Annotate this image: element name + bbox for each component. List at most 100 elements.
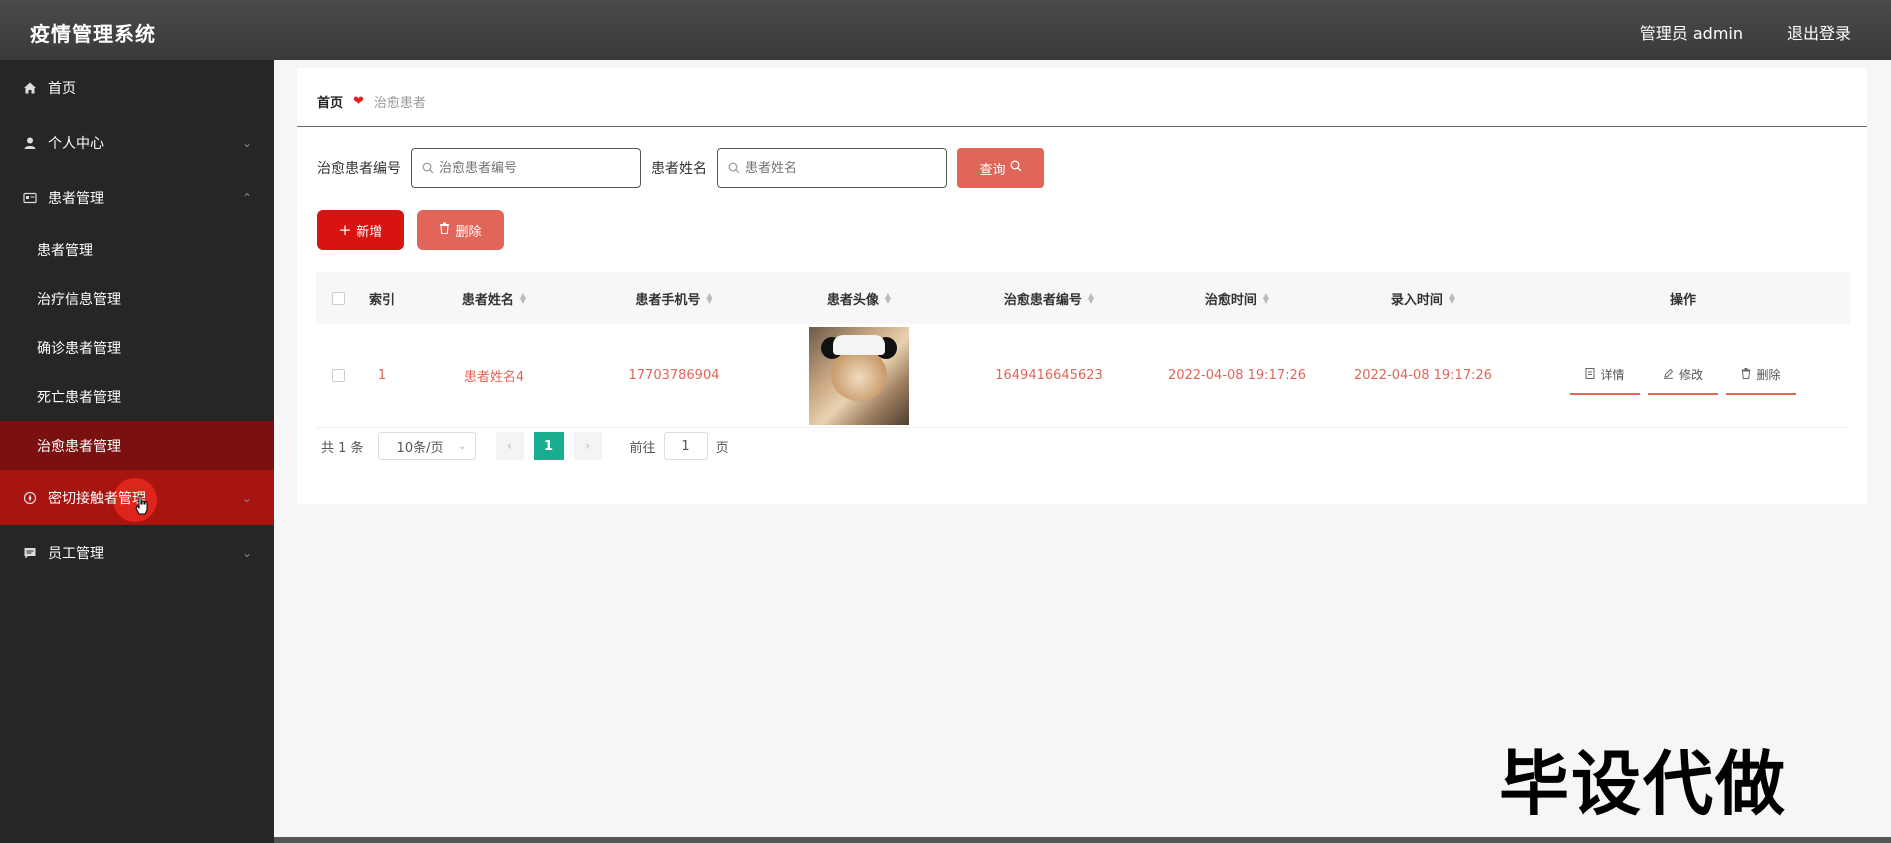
submenu-item-cured[interactable]: 治愈患者管理 (0, 421, 274, 470)
query-button-label: 查询 (979, 162, 1006, 178)
page-size-select[interactable]: 10条/页 ⌄ (377, 432, 476, 460)
page-number-button[interactable]: 1 (533, 432, 564, 460)
header-index: 索引 (368, 292, 395, 308)
search-bar: 治愈患者编号 患者姓名 查询 (317, 148, 1044, 188)
patient-avatar[interactable] (809, 326, 909, 425)
logout-link[interactable]: 退出登录 (1787, 20, 1851, 44)
sidebar-item-label: 个人中心 (48, 135, 104, 152)
cured-code-field[interactable] (411, 148, 641, 188)
avatar-face (831, 348, 887, 401)
header-cured-time-label: 治愈时间 (1204, 292, 1257, 308)
edit-button-label: 修改 (1678, 368, 1703, 382)
home-icon (22, 80, 38, 96)
row-checkbox[interactable] (331, 369, 345, 382)
search-icon (422, 159, 434, 178)
header-entry-time-label: 录入时间 (1390, 292, 1443, 308)
content-card: 首页 ❤ 治愈患者 治愈患者编号 患者姓名 查询 (297, 68, 1867, 504)
select-all-checkbox[interactable] (331, 291, 345, 305)
pagination: 共 1 条 10条/页 ⌄ ‹ 1 › 前往 1 页 (321, 432, 729, 460)
patient-name-field[interactable] (717, 148, 947, 188)
sidebar-item-personal[interactable]: 个人中心 ⌄ (0, 115, 274, 170)
cured-code-input[interactable] (439, 160, 629, 176)
document-icon (1585, 367, 1595, 382)
cell-actions: 详情 修改 删除 (1516, 357, 1850, 395)
sidebar-item-label: 密切接触者管理 (48, 490, 146, 507)
header-code[interactable]: 治愈患者编号 ▲ ▼ (954, 289, 1144, 308)
add-button-label: 新增 (356, 224, 383, 240)
chat-icon (22, 545, 38, 561)
sort-icon: ▲ ▼ (706, 291, 713, 305)
submenu-item-treatment-info[interactable]: 治疗信息管理 (0, 274, 274, 323)
chevron-down-icon: ⌄ (241, 545, 252, 560)
chevron-right-icon: › (584, 438, 591, 454)
current-user-label: 管理员 admin (1639, 24, 1743, 43)
cell-code: 1649416645623 (995, 368, 1103, 383)
chevron-down-icon: ⌄ (458, 440, 467, 452)
breadcrumb-divider (297, 126, 1867, 127)
compass-icon (22, 490, 38, 506)
add-button[interactable]: + 新增 (317, 210, 404, 250)
submenu-item-patients[interactable]: 患者管理 (0, 225, 274, 274)
delete-button-label: 删除 (1756, 368, 1781, 382)
sidebar-item-label: 首页 (48, 80, 76, 97)
submenu-item-confirmed[interactable]: 确诊患者管理 (0, 323, 274, 372)
sidebar-item-label: 患者管理 (48, 190, 104, 207)
edit-icon (1663, 368, 1674, 382)
batch-delete-button[interactable]: 删除 (417, 210, 504, 250)
edit-button[interactable]: 修改 (1648, 357, 1718, 395)
detail-button-label: 详情 (1600, 368, 1625, 382)
search-icon (728, 159, 740, 178)
sidebar-item-home[interactable]: 首页 (0, 60, 274, 115)
chevron-left-icon: ‹ (506, 438, 513, 454)
sidebar-item-patients[interactable]: 患者管理 ⌃ (0, 170, 274, 225)
query-button[interactable]: 查询 (957, 148, 1044, 188)
delete-button-label: 删除 (455, 224, 482, 240)
trash-icon (1741, 367, 1751, 382)
header-cured-time[interactable]: 治愈时间 ▲ ▼ (1144, 289, 1330, 308)
table-row: 1 患者姓名4 17703786904 1649416645623 2022-0… (316, 324, 1850, 428)
cell-entry-time: 2022-04-08 19:17:26 (1353, 368, 1493, 383)
patient-name-label: 患者姓名 (651, 161, 707, 177)
header-phone[interactable]: 患者手机号 ▲ ▼ (584, 289, 764, 308)
patient-name-input[interactable] (745, 160, 935, 176)
row-select-cell (316, 369, 360, 382)
page-suffix-label: 页 (715, 440, 729, 456)
table-header: 索引 患者姓名 ▲ ▼ 患者手机号 ▲ ▼ 患者头像 ▲ ▼ 治愈患者编号 ▲ ▼ (316, 272, 1850, 324)
page-size-value: 10条/页 (396, 440, 444, 456)
submenu-item-deceased[interactable]: 死亡患者管理 (0, 372, 274, 421)
breadcrumb: 首页 ❤ 治愈患者 (317, 92, 426, 111)
header-avatar-label: 患者头像 (826, 292, 879, 308)
header-actions: 操作 (1669, 292, 1696, 308)
header-code-label: 治愈患者编号 (1003, 292, 1082, 308)
cell-name: 患者姓名4 (463, 370, 525, 385)
prev-page-button[interactable]: ‹ (495, 432, 524, 460)
watermark-text: 毕设代做 (1499, 743, 1787, 825)
pagination-total: 共 1 条 (321, 440, 364, 456)
goto-page-input[interactable]: 1 (663, 432, 708, 460)
breadcrumb-home[interactable]: 首页 (317, 92, 343, 111)
user-icon (22, 135, 38, 151)
sort-icon: ▲ ▼ (1262, 291, 1270, 305)
detail-button[interactable]: 详情 (1570, 357, 1640, 395)
next-page-button[interactable]: › (573, 432, 602, 460)
header-phone-label: 患者手机号 (635, 292, 701, 308)
sidebar-item-close-contacts[interactable]: 密切接触者管理 ⌄ (0, 470, 274, 525)
goto-label: 前往 (629, 440, 656, 456)
hand-cursor-icon (135, 495, 149, 515)
cell-index: 1 (377, 368, 387, 383)
delete-button[interactable]: 删除 (1726, 357, 1796, 395)
sidebar-item-staff[interactable]: 员工管理 ⌄ (0, 525, 274, 580)
header-name[interactable]: 患者姓名 ▲ ▼ (404, 289, 584, 308)
top-header: 疫情管理系统 管理员 admin 退出登录 (0, 0, 1891, 60)
header-entry-time[interactable]: 录入时间 ▲ ▼ (1330, 289, 1516, 308)
plus-icon: + (338, 221, 352, 239)
sidebar: 首页 个人中心 ⌄ 患者管理 ⌃ 患者管理 治疗信息管理 确诊患者管理 死亡患者… (0, 60, 274, 843)
sort-icon: ▲ ▼ (1087, 291, 1095, 305)
cell-phone: 17703786904 (628, 368, 720, 383)
sort-icon: ▲ ▼ (519, 291, 527, 305)
app-title: 疫情管理系统 (30, 22, 156, 46)
header-avatar[interactable]: 患者头像 ▲ ▼ (764, 289, 954, 308)
chevron-down-icon: ⌄ (241, 135, 252, 150)
main-content: 首页 ❤ 治愈患者 治愈患者编号 患者姓名 查询 (274, 60, 1891, 843)
chevron-up-icon: ⌃ (241, 190, 252, 205)
